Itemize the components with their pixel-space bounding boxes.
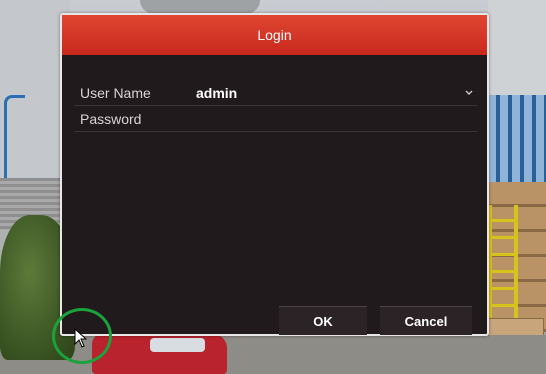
password-row: Password	[74, 107, 477, 132]
login-dialog: Login User Name admin Password OK Cancel	[60, 13, 489, 336]
background-right-wall	[488, 0, 546, 95]
password-label: Password	[80, 111, 142, 127]
ok-button[interactable]: OK	[279, 306, 367, 335]
user-name-row[interactable]: User Name admin	[74, 81, 477, 106]
dialog-title: Login	[257, 27, 292, 43]
background-ladder	[488, 205, 518, 325]
background-blue-rail	[4, 95, 25, 191]
user-name-label: User Name	[80, 85, 151, 101]
background-shelf	[484, 95, 546, 185]
mouse-pointer-icon	[74, 327, 88, 348]
password-input[interactable]	[196, 107, 477, 131]
background-branch	[140, 0, 260, 14]
chevron-down-icon[interactable]	[461, 81, 477, 105]
background-car-window	[150, 338, 205, 352]
user-name-select[interactable]: admin	[196, 81, 461, 105]
cancel-button[interactable]: Cancel	[380, 306, 472, 335]
dialog-title-bar: Login	[62, 15, 487, 55]
